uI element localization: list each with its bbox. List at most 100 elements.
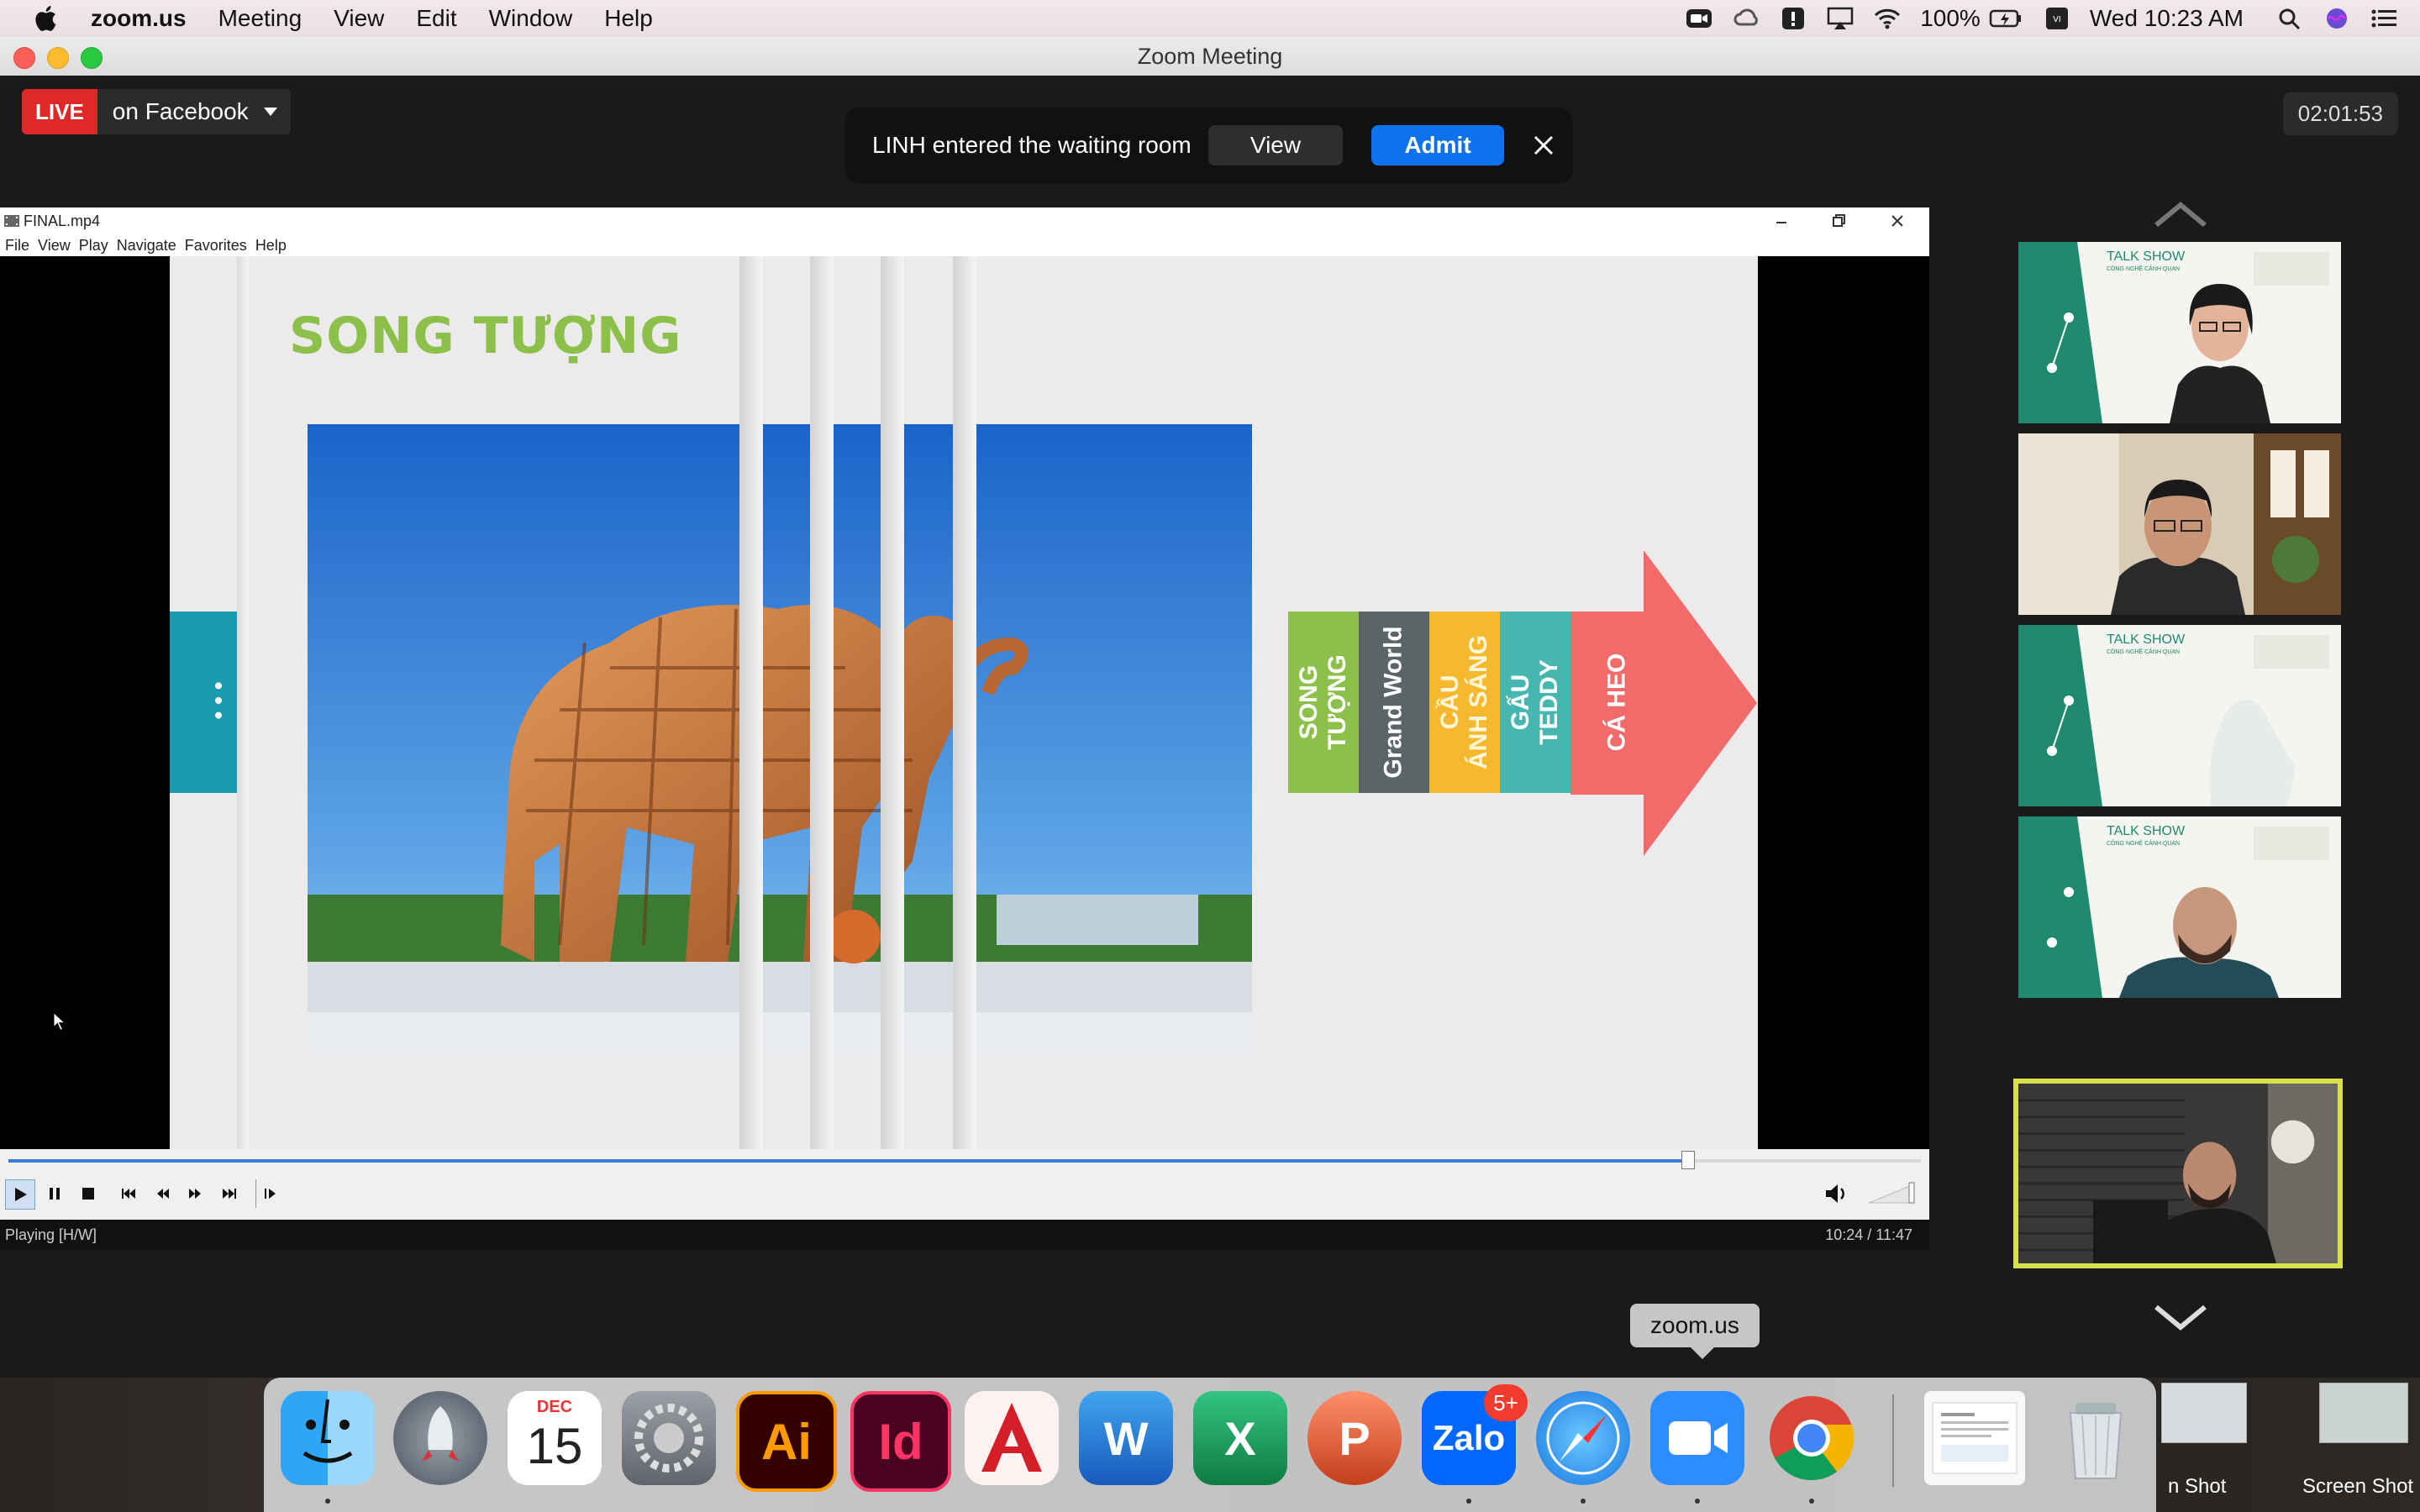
slide-heading: SONG TƯỢNG xyxy=(289,307,682,365)
player-controls xyxy=(0,1149,1929,1220)
safari-icon[interactable] xyxy=(1536,1391,1630,1485)
live-badge: LIVE xyxy=(22,89,97,134)
play-button[interactable] xyxy=(5,1179,35,1210)
fast-forward-button[interactable] xyxy=(182,1179,210,1208)
view-waiting-room-button[interactable]: View xyxy=(1208,125,1343,165)
slide-tab-song-tuong: SONG TƯỢNG xyxy=(1288,612,1359,793)
thumb-talkshow-subtext: CÔNG NGHỆ CẢNH QUAN xyxy=(2107,265,2180,272)
gallery-scroll-up-icon[interactable] xyxy=(2153,200,2208,228)
siri-icon[interactable] xyxy=(2323,6,2351,31)
vietnamese-input-icon[interactable]: VI xyxy=(2043,6,2071,31)
player-menu-play[interactable]: Play xyxy=(79,237,108,255)
close-icon[interactable] xyxy=(1531,133,1556,158)
player-close-icon[interactable] xyxy=(1889,213,1906,229)
downloads-stack-icon[interactable] xyxy=(1924,1391,2025,1485)
player-minimize-icon[interactable] xyxy=(1773,213,1790,229)
seek-handle[interactable] xyxy=(1681,1151,1696,1169)
word-icon[interactable]: W xyxy=(1079,1391,1173,1485)
video-display[interactable]: SONG TƯỢNG SONG TƯỢNG Grand World CẦU ÁN… xyxy=(0,256,1929,1149)
waiting-room-notification: LINH entered the waiting room View Admit xyxy=(845,108,1573,183)
volume-icon[interactable] xyxy=(1823,1181,1849,1206)
participant-tile-glasses-man[interactable] xyxy=(2018,433,2341,615)
admit-button[interactable]: Admit xyxy=(1371,125,1504,165)
finder-icon[interactable] xyxy=(281,1391,375,1485)
stop-icon xyxy=(82,1188,94,1200)
player-menu-favorites[interactable]: Favorites xyxy=(185,237,247,255)
participant-tile-active-speaker[interactable] xyxy=(2013,1079,2343,1268)
window-title: Zoom Meeting xyxy=(1137,44,1283,69)
fast-forward-icon xyxy=(189,1189,201,1199)
rewind-button[interactable] xyxy=(148,1179,176,1208)
menu-help[interactable]: Help xyxy=(604,5,653,32)
player-file-title: FINAL.mp4 xyxy=(24,213,101,229)
previous-button[interactable] xyxy=(114,1179,143,1208)
meeting-timer: 02:01:53 xyxy=(2282,92,2398,135)
player-restore-icon[interactable] xyxy=(1830,213,1847,229)
participant-tile-bald-man[interactable]: TALK SHOW CÔNG NGHỆ CẢNH QUAN xyxy=(2018,816,2341,998)
thumb-talkshow-text: TALK SHOW xyxy=(2107,249,2186,264)
illustrator-icon[interactable]: Ai xyxy=(736,1391,837,1492)
calendar-icon[interactable]: DEC 15 xyxy=(508,1391,602,1485)
desktop-file-thumbnail[interactable] xyxy=(2161,1383,2247,1443)
notification-app-icon[interactable] xyxy=(1779,6,1807,31)
player-menu-help[interactable]: Help xyxy=(255,237,287,255)
trash-icon[interactable] xyxy=(2049,1391,2143,1485)
talkshow-host-video: TALK SHOW CÔNG NGHỆ CẢNH QUAN xyxy=(2018,242,2341,423)
running-indicator xyxy=(1695,1499,1700,1504)
spotlight-search-icon[interactable] xyxy=(2275,6,2304,31)
seek-bar[interactable] xyxy=(8,1159,1921,1163)
creative-cloud-icon[interactable] xyxy=(1732,6,1760,31)
powerpoint-icon[interactable]: P xyxy=(1307,1391,1402,1485)
glasses-man-video xyxy=(2018,433,2341,615)
menu-app-name[interactable]: zoom.us xyxy=(91,5,187,32)
pause-button[interactable] xyxy=(40,1179,69,1208)
slide-divider xyxy=(237,256,249,1149)
dock-tooltip: zoom.us xyxy=(1630,1304,1760,1359)
window-titlebar: Zoom Meeting xyxy=(0,37,2420,76)
excel-icon[interactable]: X xyxy=(1193,1391,1287,1485)
desktop-file-label[interactable]: n Shot xyxy=(2168,1475,2226,1499)
menu-view[interactable]: View xyxy=(334,5,384,32)
wifi-icon[interactable] xyxy=(1873,6,1902,31)
airplay-icon[interactable] xyxy=(1826,6,1854,31)
stop-button[interactable] xyxy=(74,1179,103,1208)
gallery-scroll-down-icon[interactable] xyxy=(2153,1304,2208,1332)
participant-tile-talkshow-card[interactable]: TALK SHOW CÔNG NGHỆ CẢNH QUAN xyxy=(2018,625,2341,806)
live-stream-dropdown[interactable]: LIVE on Facebook xyxy=(22,89,291,134)
desktop-file-label[interactable]: Screen Shot xyxy=(2302,1475,2413,1499)
chrome-icon[interactable] xyxy=(1765,1391,1859,1485)
slide-band xyxy=(739,256,763,1149)
autocad-icon[interactable] xyxy=(965,1391,1059,1485)
dock-separator xyxy=(1892,1394,1894,1487)
seek-progress xyxy=(8,1159,1688,1163)
player-menu-file[interactable]: File xyxy=(5,237,29,255)
desktop-file-thumbnail[interactable] xyxy=(2319,1383,2408,1443)
apple-icon[interactable] xyxy=(32,3,62,34)
menu-edit[interactable]: Edit xyxy=(416,5,456,32)
slide-tab-gau-teddy: GẤU TEDDY xyxy=(1500,612,1570,793)
launchpad-icon[interactable] xyxy=(393,1391,487,1485)
system-preferences-icon[interactable] xyxy=(622,1391,716,1485)
menu-meeting[interactable]: Meeting xyxy=(218,5,302,32)
zoom-status-icon[interactable] xyxy=(1685,6,1713,31)
menu-window[interactable]: Window xyxy=(489,5,573,32)
menu-clock[interactable]: Wed 10:23 AM xyxy=(2090,5,2244,32)
battery-icon[interactable] xyxy=(1987,6,2024,31)
active-speaker-video xyxy=(2018,1084,2338,1263)
menu-bar: zoom.us Meeting View Edit Window Help 10… xyxy=(0,0,2420,37)
live-destination-label: on Facebook xyxy=(112,98,249,124)
dock: DEC 15 Ai Id W X P Zalo 5+ xyxy=(264,1378,2156,1512)
player-menu-navigate[interactable]: Navigate xyxy=(117,237,176,255)
notification-center-icon[interactable] xyxy=(2370,6,2398,31)
volume-slider[interactable] xyxy=(1867,1181,1918,1206)
participant-tile-talkshow-host[interactable]: TALK SHOW CÔNG NGHỆ CẢNH QUAN xyxy=(2018,242,2341,423)
zoom-icon[interactable] xyxy=(1650,1391,1744,1485)
next-button[interactable] xyxy=(215,1179,244,1208)
player-menu-view[interactable]: View xyxy=(38,237,71,255)
frame-step-button[interactable] xyxy=(255,1179,285,1208)
playback-status: Playing [H/W] xyxy=(5,1226,97,1243)
indesign-icon[interactable]: Id xyxy=(850,1391,951,1492)
slide-tab-ca-heo: CÁ HEO xyxy=(1602,653,1630,752)
skip-forward-icon xyxy=(223,1189,236,1199)
bald-man-video: TALK SHOW CÔNG NGHỆ CẢNH QUAN xyxy=(2018,816,2341,998)
